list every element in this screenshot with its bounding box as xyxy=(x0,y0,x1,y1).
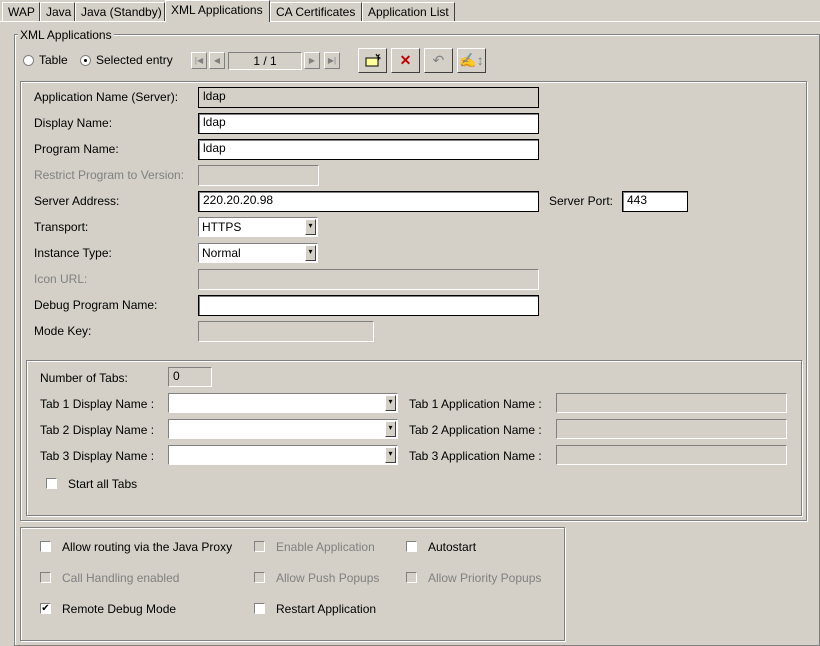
delete-entry-button[interactable]: ✕ xyxy=(391,48,420,73)
page-indicator: 1 / 1 xyxy=(228,52,302,70)
allow-push-label: Allow Push Popups xyxy=(276,571,380,585)
display-name-label: Display Name: xyxy=(34,116,113,130)
server-address-input[interactable]: 220.20.20.98 xyxy=(198,191,539,212)
tab1-app-label: Tab 1 Application Name : xyxy=(409,397,542,411)
program-name-input[interactable]: ldap xyxy=(198,139,539,160)
prev-record-button[interactable]: ◀ xyxy=(209,52,225,69)
instance-type-select[interactable]: Normal ▾ xyxy=(198,243,318,263)
display-name-input[interactable]: ldap xyxy=(198,113,539,134)
start-all-tabs-label: Start all Tabs xyxy=(68,477,138,491)
next-record-button[interactable]: ▶ xyxy=(304,52,320,69)
last-record-button[interactable]: ▶| xyxy=(324,52,340,69)
allow-priority-checkbox xyxy=(406,572,417,583)
icon-url-label: Icon URL: xyxy=(34,272,88,286)
remote-debug-label: Remote Debug Mode xyxy=(62,602,177,616)
check-icon: ✔ xyxy=(41,603,50,614)
server-address-label: Server Address: xyxy=(34,194,120,208)
chevron-down-icon[interactable]: ▾ xyxy=(385,447,396,463)
tab2-app-label: Tab 2 Application Name : xyxy=(409,423,542,437)
tab-java[interactable]: Java xyxy=(40,2,75,21)
enable-application-label: Enable Application xyxy=(276,540,375,554)
tab1-app-field xyxy=(556,393,787,413)
selected-entry-label: Selected entry xyxy=(96,53,173,67)
allow-routing-label: Allow routing via the Java Proxy xyxy=(62,540,233,554)
tab3-app-label: Tab 3 Application Name : xyxy=(409,449,542,463)
tab-application-list[interactable]: Application List xyxy=(362,2,455,21)
tab2-display-select[interactable]: ▾ xyxy=(168,419,398,439)
table-radio-label: Table xyxy=(39,53,68,67)
autostart-label: Autostart xyxy=(428,540,477,554)
number-of-tabs-field: 0 xyxy=(168,367,212,387)
restrict-version-field xyxy=(198,165,319,186)
remote-debug-checkbox[interactable]: ✔ xyxy=(40,603,51,614)
tab2-app-field xyxy=(556,419,787,439)
tab-xml-applications[interactable]: XML Applications xyxy=(165,0,270,22)
instance-type-value: Normal xyxy=(202,246,241,260)
selected-entry-radio[interactable] xyxy=(80,55,91,66)
chevron-down-icon[interactable]: ▾ xyxy=(385,395,396,411)
icon-url-field xyxy=(198,269,539,290)
mode-key-label: Mode Key: xyxy=(34,324,92,338)
sort-clean-button[interactable]: ✍↕ xyxy=(457,48,486,73)
chevron-down-icon[interactable]: ▾ xyxy=(385,421,396,437)
new-entry-icon xyxy=(365,53,381,67)
allow-priority-label: Allow Priority Popups xyxy=(428,571,542,585)
autostart-checkbox[interactable] xyxy=(406,541,417,552)
mode-key-field xyxy=(198,321,374,342)
chevron-down-icon[interactable]: ▾ xyxy=(305,245,316,261)
tab3-display-label: Tab 3 Display Name : xyxy=(40,449,155,463)
undo-button[interactable]: ↶ xyxy=(424,48,453,73)
transport-label: Transport: xyxy=(34,220,89,234)
tab3-display-select[interactable]: ▾ xyxy=(168,445,398,465)
new-entry-button[interactable] xyxy=(358,48,387,73)
tab1-display-label: Tab 1 Display Name : xyxy=(40,397,155,411)
tab1-display-select[interactable]: ▾ xyxy=(168,393,398,413)
restart-application-checkbox[interactable] xyxy=(254,603,265,614)
delete-icon: ✕ xyxy=(399,52,412,68)
server-port-input[interactable]: 443 xyxy=(622,191,688,212)
server-port-label: Server Port: xyxy=(549,194,614,208)
app-name-field: ldap xyxy=(198,87,539,108)
group-title: XML Applications xyxy=(18,28,114,42)
call-handling-label: Call Handling enabled xyxy=(62,571,180,585)
restart-application-label: Restart Application xyxy=(276,602,377,616)
instance-type-label: Instance Type: xyxy=(34,246,112,260)
table-radio[interactable] xyxy=(23,55,34,66)
transport-value: HTTPS xyxy=(202,220,242,234)
tab-wap[interactable]: WAP xyxy=(2,2,40,21)
broom-sort-icon: ✍↕ xyxy=(459,52,484,68)
debug-program-input[interactable] xyxy=(198,295,539,316)
tab-divider xyxy=(0,21,820,22)
allow-routing-checkbox[interactable] xyxy=(40,541,51,552)
app-name-label: Application Name (Server): xyxy=(34,90,179,104)
tab-bar: WAP Java Java (Standby) XML Applications… xyxy=(0,0,820,22)
tab-java-standby[interactable]: Java (Standby) xyxy=(75,2,165,21)
tab-ca-certificates[interactable]: CA Certificates xyxy=(270,2,362,21)
enable-application-checkbox xyxy=(254,541,265,552)
first-record-button[interactable]: |◀ xyxy=(191,52,207,69)
allow-push-checkbox xyxy=(254,572,265,583)
undo-icon: ↶ xyxy=(432,52,445,68)
call-handling-checkbox xyxy=(40,572,51,583)
transport-select[interactable]: HTTPS ▾ xyxy=(198,217,318,237)
tab3-app-field xyxy=(556,445,787,465)
chevron-down-icon[interactable]: ▾ xyxy=(305,219,316,235)
tab2-display-label: Tab 2 Display Name : xyxy=(40,423,155,437)
restrict-version-label: Restrict Program to Version: xyxy=(34,168,185,182)
program-name-label: Program Name: xyxy=(34,142,119,156)
number-of-tabs-label: Number of Tabs: xyxy=(40,371,128,385)
debug-program-label: Debug Program Name: xyxy=(34,298,158,312)
start-all-tabs-checkbox[interactable] xyxy=(46,478,57,489)
